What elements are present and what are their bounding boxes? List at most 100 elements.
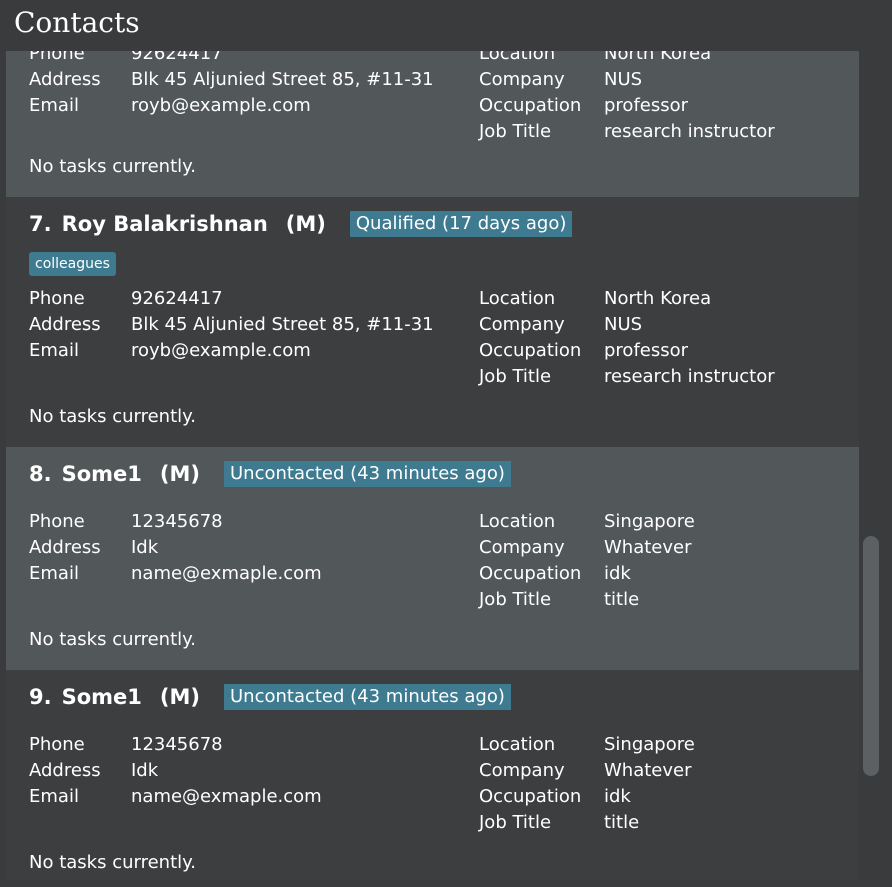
- location-value: North Korea: [604, 288, 712, 309]
- address-row: Address Blk 45 Aljunied Street 85, #11-31: [29, 67, 434, 93]
- occupation-label: Occupation: [479, 786, 582, 807]
- status-badge: Qualified (17 days ago): [349, 211, 573, 237]
- company-value: NUS: [604, 69, 643, 90]
- contact-name: 9. Some1 (M): [29, 685, 200, 709]
- location-value: Singapore: [604, 511, 695, 532]
- contact-name: 7. Roy Balakrishnan (M): [29, 212, 326, 236]
- company-label: Company: [479, 760, 565, 781]
- scrollbar-thumb[interactable]: [863, 536, 879, 776]
- contact-info-right: Location Singapore Company Whatever Occupa…: [479, 732, 695, 836]
- email-value: royb@example.com: [131, 340, 311, 361]
- occupation-value: professor: [604, 340, 689, 361]
- occupation-label: Occupation: [479, 563, 582, 584]
- address-label: Address: [29, 760, 101, 781]
- company-row: Company Whatever: [479, 535, 695, 561]
- phone-label: Phone: [29, 288, 85, 309]
- phone-row: Phone 12345678: [29, 732, 322, 758]
- contact-index: 8.: [29, 462, 52, 486]
- company-label: Company: [479, 69, 565, 90]
- contact-card[interactable]: Phone 92624417 Address Blk 45 Aljunied Str…: [6, 51, 859, 197]
- location-label: Location: [479, 511, 556, 532]
- window-title: Contacts: [14, 6, 140, 39]
- occupation-value: professor: [604, 95, 689, 116]
- occupation-value: idk: [604, 563, 631, 584]
- phone-label: Phone: [29, 51, 85, 64]
- address-label: Address: [29, 69, 101, 90]
- contact-index: 9.: [29, 685, 52, 709]
- contact-info-right: Location Singapore Company Whatever Occupa…: [479, 509, 695, 613]
- job-title-value: research instructor: [604, 366, 775, 387]
- contact-card[interactable]: 8. Some1 (M) Uncontacted (43 minutes ago) …: [6, 447, 859, 670]
- status-badge: Uncontacted (43 minutes ago): [223, 461, 511, 487]
- email-row: Email royb@example.com: [29, 93, 434, 119]
- occupation-row: Occupation idk: [479, 784, 695, 810]
- tasks-text: No tasks currently.: [29, 406, 196, 427]
- company-row: Company NUS: [479, 312, 775, 338]
- address-label: Address: [29, 314, 101, 335]
- contact-info-left: Phone 92624417 Address Blk 45 Aljunied Str…: [29, 51, 434, 119]
- contact-name-text: Some1: [61, 685, 142, 709]
- address-label: Address: [29, 537, 101, 558]
- status-badge: Uncontacted (43 minutes ago): [223, 684, 511, 710]
- location-label: Location: [479, 734, 556, 755]
- address-value: Blk 45 Aljunied Street 85, #11-31: [131, 69, 434, 90]
- email-row: Email royb@example.com: [29, 338, 434, 364]
- location-label: Location: [479, 288, 556, 309]
- card-header: 9. Some1 (M) Uncontacted (43 minutes ago): [29, 682, 511, 712]
- email-row: Email name@exmaple.com: [29, 784, 322, 810]
- tasks-text: No tasks currently.: [29, 852, 196, 873]
- location-row: Location North Korea: [479, 51, 775, 67]
- company-label: Company: [479, 314, 565, 335]
- phone-row: Phone 12345678: [29, 509, 322, 535]
- contact-index: 7.: [29, 212, 52, 236]
- location-row: Location North Korea: [479, 286, 775, 312]
- email-row: Email name@exmaple.com: [29, 561, 322, 587]
- job-title-row: Job Title research instructor: [479, 119, 775, 145]
- location-value: Singapore: [604, 734, 695, 755]
- phone-row: Phone 92624417: [29, 51, 434, 67]
- occupation-row: Occupation professor: [479, 93, 775, 119]
- occupation-row: Occupation idk: [479, 561, 695, 587]
- contact-card[interactable]: 7. Roy Balakrishnan (M) Qualified (17 days…: [6, 197, 859, 447]
- address-row: Address Blk 45 Aljunied Street 85, #11-31: [29, 312, 434, 338]
- tag-badge: colleagues: [29, 252, 116, 276]
- phone-value: 12345678: [131, 511, 223, 532]
- email-label: Email: [29, 786, 79, 807]
- contact-info-right: Location North Korea Company NUS Occupatio…: [479, 51, 775, 145]
- contact-gender: (M): [159, 462, 200, 486]
- email-label: Email: [29, 563, 79, 584]
- address-value: Blk 45 Aljunied Street 85, #11-31: [131, 314, 434, 335]
- phone-value: 92624417: [131, 288, 223, 309]
- job-title-value: title: [604, 812, 640, 833]
- address-row: Address Idk: [29, 758, 322, 784]
- phone-row: Phone 92624417: [29, 286, 434, 312]
- occupation-row: Occupation professor: [479, 338, 775, 364]
- phone-label: Phone: [29, 734, 85, 755]
- location-label: Location: [479, 51, 556, 64]
- job-title-label: Job Title: [479, 812, 552, 833]
- email-value: name@exmaple.com: [131, 786, 322, 807]
- phone-value: 12345678: [131, 734, 223, 755]
- occupation-value: idk: [604, 786, 631, 807]
- company-value: Whatever: [604, 760, 692, 781]
- contact-name-text: Some1: [61, 462, 142, 486]
- contact-list[interactable]: Phone 92624417 Address Blk 45 Aljunied Str…: [6, 51, 859, 880]
- job-title-label: Job Title: [479, 366, 552, 387]
- job-title-label: Job Title: [479, 589, 552, 610]
- job-title-value: title: [604, 589, 640, 610]
- contact-card[interactable]: 9. Some1 (M) Uncontacted (43 minutes ago) …: [6, 670, 859, 880]
- company-value: NUS: [604, 314, 643, 335]
- occupation-label: Occupation: [479, 340, 582, 361]
- location-row: Location Singapore: [479, 509, 695, 535]
- address-value: Idk: [131, 760, 159, 781]
- card-header: 8. Some1 (M) Uncontacted (43 minutes ago): [29, 459, 511, 489]
- card-header: 7. Roy Balakrishnan (M) Qualified (17 days…: [29, 209, 573, 239]
- contact-info-right: Location North Korea Company NUS Occupatio…: [479, 286, 775, 390]
- job-title-row: Job Title title: [479, 587, 695, 613]
- job-title-label: Job Title: [479, 121, 552, 142]
- email-value: name@exmaple.com: [131, 563, 322, 584]
- company-value: Whatever: [604, 537, 692, 558]
- address-value: Idk: [131, 537, 159, 558]
- contact-info-left: Phone 12345678 Address Idk Email name@exmap…: [29, 732, 322, 810]
- contact-gender: (M): [159, 685, 200, 709]
